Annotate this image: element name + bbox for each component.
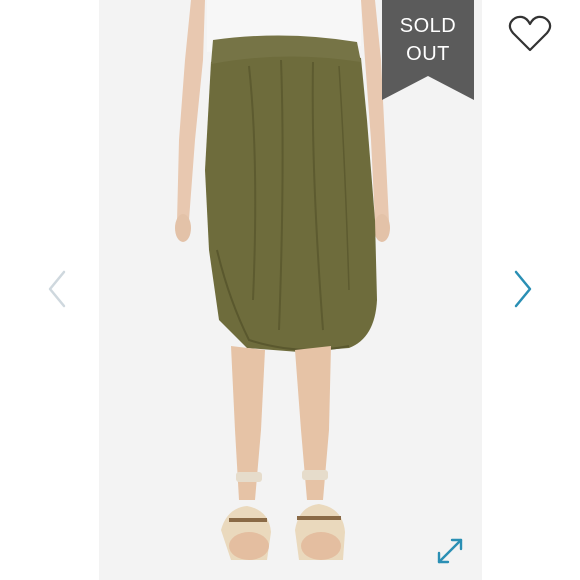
previous-image-button[interactable] [44, 266, 72, 312]
expand-arrows-icon [437, 538, 463, 564]
expand-image-button[interactable] [435, 536, 465, 566]
sold-out-badge: SOLD OUT [382, 0, 474, 100]
favorite-button[interactable] [508, 14, 552, 54]
product-image-viewer: SOLD OUT [0, 0, 580, 580]
sold-label: SOLD [399, 15, 457, 37]
sold-out-text: SOLD OUT [382, 12, 474, 68]
heart-outline-icon [508, 15, 552, 52]
chevron-right-icon [514, 270, 532, 308]
next-image-button[interactable] [508, 266, 536, 312]
chevron-left-icon [48, 270, 66, 308]
out-label: OUT [406, 43, 450, 65]
